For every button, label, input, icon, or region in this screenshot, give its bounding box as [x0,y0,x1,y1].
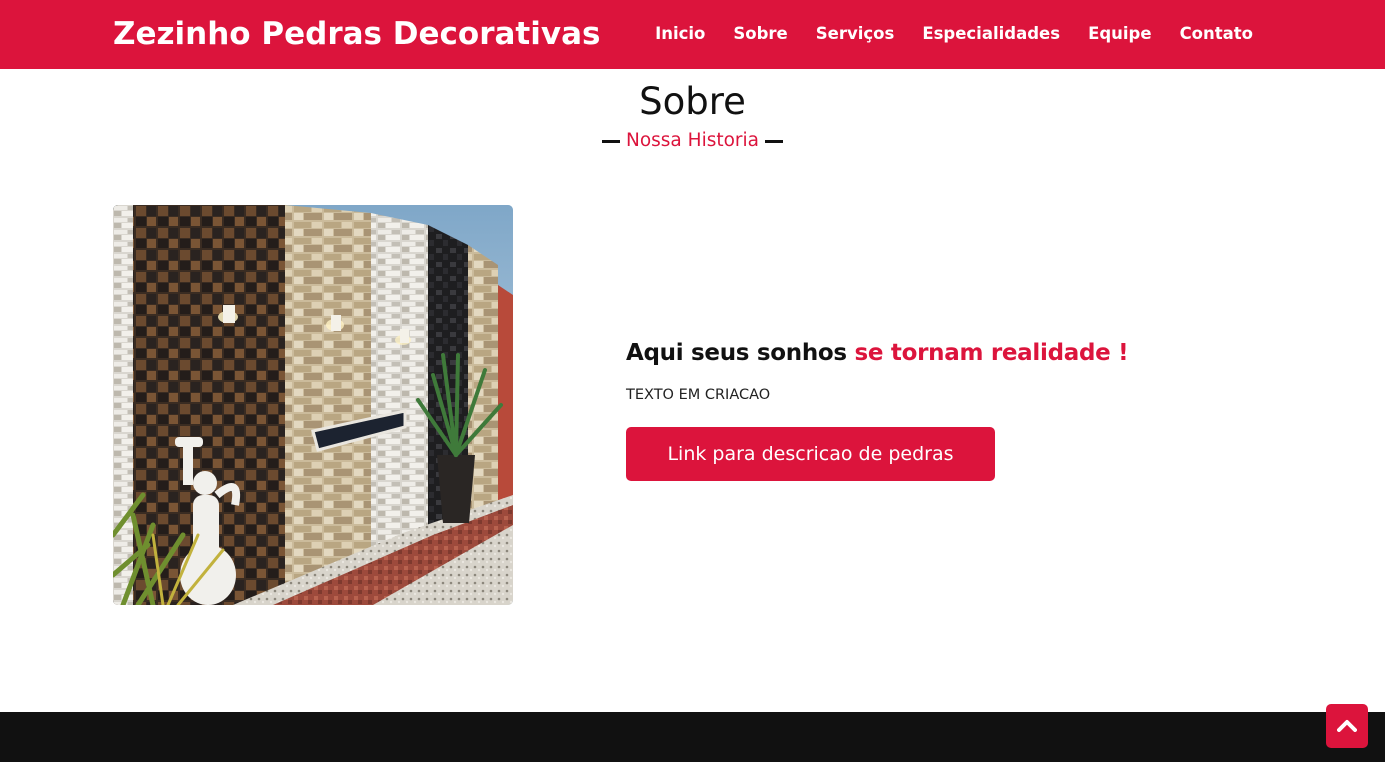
back-to-top-button[interactable] [1326,704,1368,748]
stone-wall-illustration [113,205,513,605]
brand-logo[interactable]: Zezinho Pedras Decorativas [113,14,600,54]
section-title: Sobre [639,80,746,123]
nav-link-equipe[interactable]: Equipe [1088,22,1152,46]
headline-text: Aqui seus sonhos [626,340,855,366]
footer [0,712,1385,762]
nav-link-contato[interactable]: Contato [1180,22,1253,46]
nav-menu: Inicio Sobre Serviços Especialidades Equ… [655,22,1253,46]
about-text-block: Aqui seus sonhos se tornam realidade ! T… [626,337,1266,481]
stone-description-button[interactable]: Link para descricao de pedras [626,427,995,481]
subtitle-dash-right [765,139,783,143]
nav-link-sobre[interactable]: Sobre [733,22,787,46]
section-subtitle: Nossa Historia [626,130,759,151]
nav-link-servicos[interactable]: Serviços [816,22,895,46]
nav-link-inicio[interactable]: Inicio [655,22,705,46]
headline-accent: se tornam realidade ! [854,340,1129,366]
about-image [113,205,513,605]
chevron-up-icon [1337,717,1357,736]
section-subtitle-row: Nossa Historia [0,128,1385,154]
about-body-text: TEXTO EM CRIACAO [626,387,771,403]
about-headline: Aqui seus sonhos se tornam realidade ! [626,337,1266,369]
subtitle-dash-left [602,139,620,143]
nav-link-especialidades[interactable]: Especialidades [922,22,1060,46]
navbar: Zezinho Pedras Decorativas Inicio Sobre … [0,0,1385,69]
